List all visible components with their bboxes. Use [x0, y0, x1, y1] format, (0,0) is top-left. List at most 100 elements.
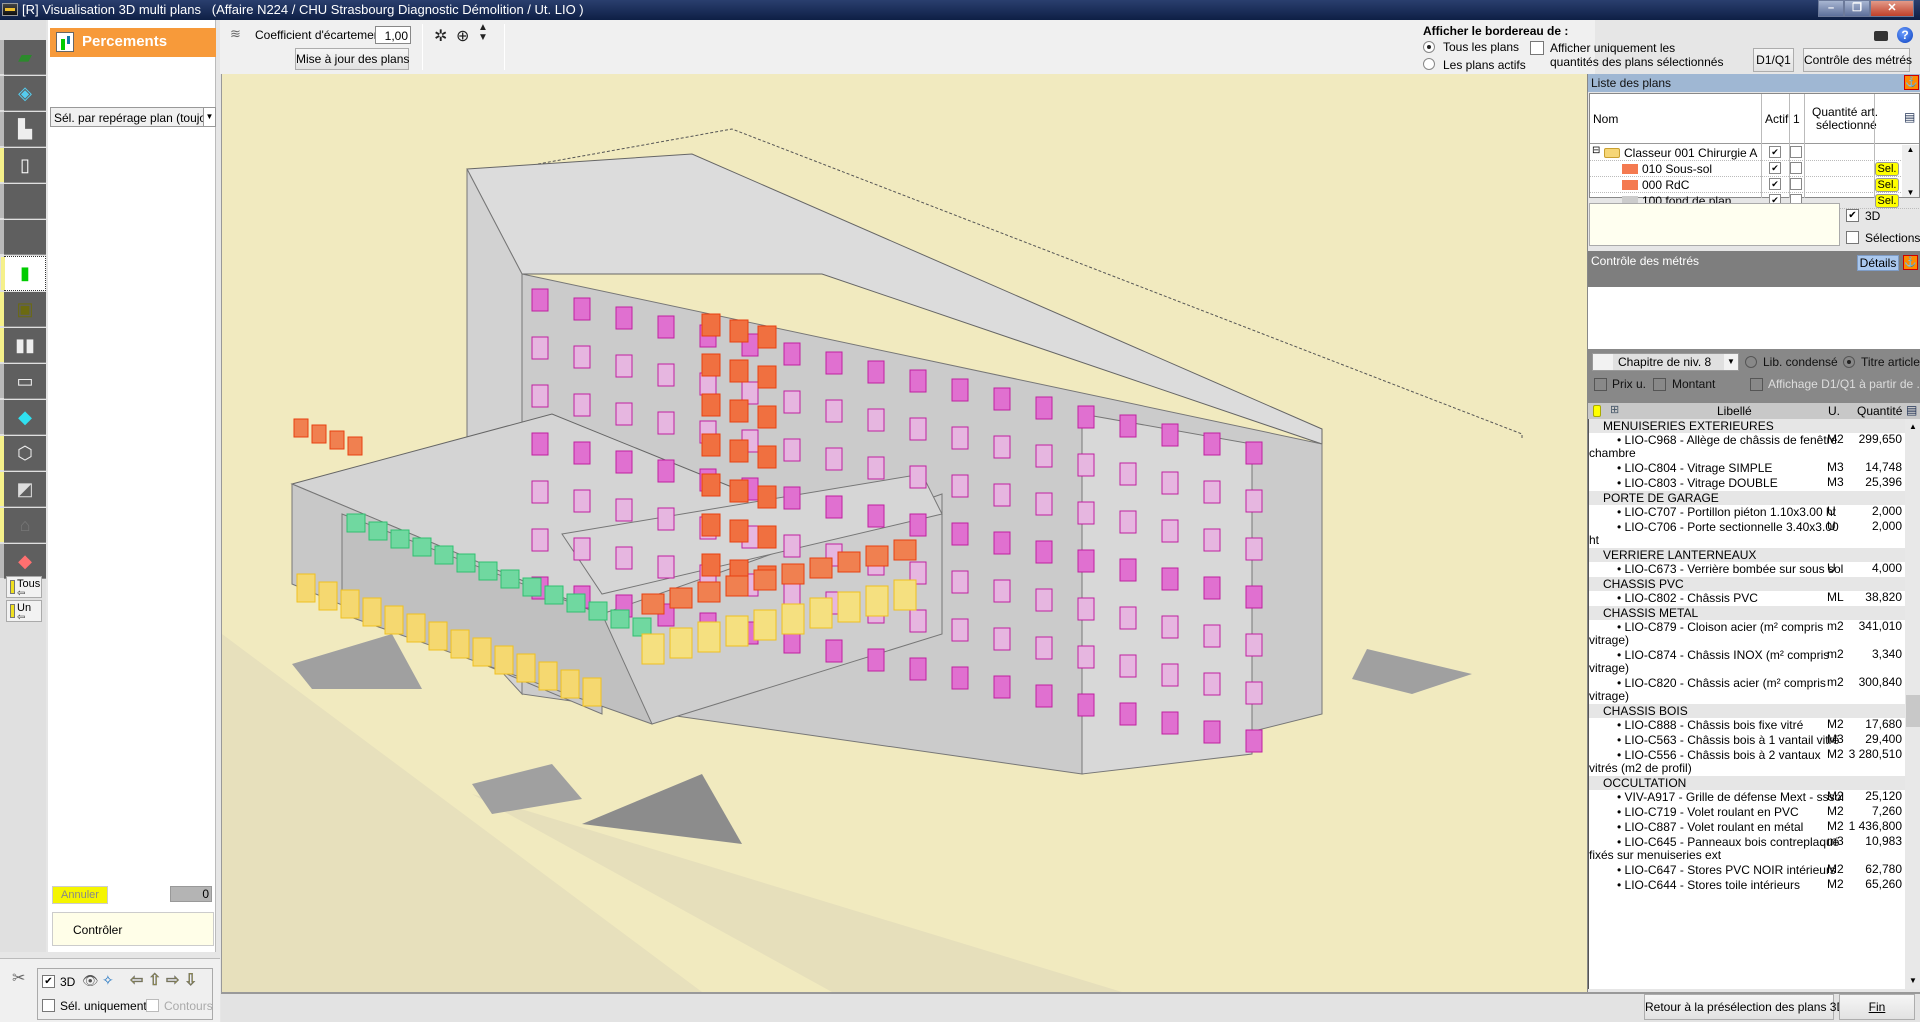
article-row[interactable]: • LIO-C879 - Cloison acier (m² compris vi…	[1589, 620, 1905, 648]
coef-input[interactable]: 1,00	[375, 26, 411, 44]
sel-button[interactable]: Sel.	[1875, 194, 1899, 208]
actif-checkbox[interactable]: ✔	[1769, 162, 1781, 174]
montant-checkbox[interactable]	[1653, 378, 1666, 391]
arrow-right-icon[interactable]: ⇨	[166, 970, 180, 990]
selections-checkbox[interactable]	[1846, 231, 1859, 244]
article-row[interactable]: • LIO-C874 - Châssis INOX (m² compris vit…	[1589, 648, 1905, 676]
close-button[interactable]: ✕	[1870, 0, 1914, 17]
retour-preselection-button[interactable]: Retour à la présélection des plans 3D	[1644, 994, 1845, 1020]
explode-icon[interactable]: ✲	[434, 26, 447, 46]
article-row[interactable]: • LIO-C719 - Volet roulant en PVC M2 7,26…	[1589, 805, 1905, 820]
category-row[interactable]: CHASSIS METAL	[1589, 606, 1905, 620]
category-row[interactable]: MENUISERIES EXTERIEURES	[1589, 419, 1905, 433]
radio-plans-actifs[interactable]	[1423, 58, 1435, 70]
col-nom[interactable]: Nom	[1593, 112, 1618, 126]
metres-scrollbar[interactable]: ▲ ▼	[1905, 419, 1920, 989]
sel-uniquement-checkbox[interactable]	[42, 999, 55, 1012]
d1q1-button[interactable]: D1/Q1	[1753, 48, 1794, 72]
show-3d-checkbox[interactable]: ✔	[42, 975, 55, 988]
columns-tool[interactable]: ▮▮	[0, 328, 46, 363]
objects-tool[interactable]: ⬡	[0, 436, 46, 471]
afficher-uniquement-checkbox[interactable]	[1530, 41, 1544, 55]
arrow-up-icon[interactable]: ⇧	[148, 970, 162, 990]
col-quantite[interactable]: Quantité art.	[1812, 105, 1878, 119]
col-actif[interactable]: Actif	[1765, 112, 1788, 126]
select-all-button[interactable]: Tous ⇦	[6, 576, 42, 599]
article-row[interactable]: • LIO-C803 - Vitrage DOUBLE M3 25,396	[1589, 476, 1905, 491]
radio-tous-les-plans[interactable]	[1423, 41, 1435, 53]
scroll-up-icon[interactable]: ▲	[1902, 145, 1919, 154]
plan-row[interactable]: 010 Sous-sol ✔ Sel.	[1590, 161, 1919, 177]
surfaces-tool[interactable]: ▰	[0, 40, 46, 75]
category-row[interactable]: CHASSIS BOIS	[1589, 704, 1905, 718]
article-row[interactable]: • LIO-C707 - Portillon piéton 1.10x3.00 …	[1589, 505, 1905, 520]
col-libelle[interactable]: Libellé	[1717, 404, 1752, 418]
article-row[interactable]: • LIO-C968 - Allège de châssis de fenêtr…	[1589, 433, 1905, 461]
scroll-up-icon[interactable]: ▲	[1905, 419, 1920, 435]
selection-mode-select[interactable]: Sél. par repérage plan (toujo... ▼	[50, 107, 216, 127]
article-row[interactable]: • LIO-C644 - Stores toile intérieurs M2 65…	[1589, 878, 1905, 893]
openings-tool[interactable]: ▮	[1, 256, 46, 291]
article-row[interactable]: • LIO-C820 - Châssis acier (m² compris vi…	[1589, 676, 1905, 704]
category-row[interactable]: PORTE DE GARAGE	[1589, 491, 1905, 505]
article-row[interactable]: • LIO-C802 - Châssis PVC ML 38,820	[1589, 591, 1905, 606]
scroll-down-icon[interactable]: ▼	[1902, 188, 1919, 197]
actif-checkbox[interactable]: ✔	[1769, 146, 1781, 158]
article-row[interactable]: • LIO-C563 - Châssis bois à 1 vantail vi…	[1589, 733, 1905, 748]
roof-tool[interactable]: ◆	[0, 544, 46, 579]
one-checkbox[interactable]	[1790, 162, 1802, 174]
column-chooser-icon[interactable]: ▤	[1904, 110, 1915, 124]
sel-button[interactable]: Sel.	[1875, 178, 1899, 192]
article-row[interactable]: • LIO-C673 - Verrière bombée sur sous so…	[1589, 562, 1905, 577]
scroll-down-icon[interactable]: ▼	[1905, 973, 1920, 989]
col-u[interactable]: U.	[1828, 404, 1840, 418]
3d-viewport[interactable]	[221, 74, 1587, 992]
chevron-down-icon[interactable]: ▼	[203, 108, 215, 126]
structure-tool[interactable]: ◩	[0, 472, 46, 507]
actif-checkbox[interactable]: ✔	[1769, 178, 1781, 190]
arrow-left-icon[interactable]: ⇦	[130, 970, 144, 990]
affichage-checkbox[interactable]	[1750, 378, 1763, 391]
building-3d-model[interactable]	[222, 74, 1587, 992]
walls-tool[interactable]: ▯	[0, 148, 46, 183]
select-one-button[interactable]: Un ⇦	[6, 600, 42, 623]
radio-lib-condense[interactable]	[1745, 356, 1757, 368]
anchor-icon[interactable]: ⚓	[1903, 255, 1918, 270]
up-down-arrows-icon[interactable]: ▲ ▼	[478, 23, 488, 43]
roof-outline-tool[interactable]: ⌂	[0, 508, 46, 543]
plans-tool[interactable]: ◈	[0, 76, 46, 111]
article-row[interactable]: • LIO-C645 - Panneaux bois contreplaqué f…	[1589, 835, 1905, 863]
fin-button[interactable]: Fin	[1839, 994, 1915, 1020]
radio-titre-article[interactable]	[1843, 356, 1855, 368]
tree-expand-icon[interactable]: ⊞	[1610, 403, 1619, 416]
zoom-plan-icon[interactable]: ⊕	[456, 26, 469, 46]
help-icon[interactable]: ?	[1897, 27, 1913, 43]
plan-row[interactable]: ⊟ Classeur 001 Chirurgie A ✔	[1590, 145, 1919, 161]
plans-3d-checkbox[interactable]: ✔	[1846, 209, 1859, 222]
chevron-down-icon[interactable]: ▼	[1724, 354, 1738, 370]
chapitre-select[interactable]: Chapitre de niv. 8 ▼	[1592, 353, 1739, 371]
collapse-icon[interactable]: ⊟	[1592, 145, 1600, 156]
controle-metres-button[interactable]: Contrôle des métrés	[1803, 48, 1912, 72]
printer-icon[interactable]	[1874, 31, 1888, 41]
anchor-icon[interactable]: ⚓	[1904, 75, 1919, 90]
folder-icon[interactable]	[1593, 405, 1601, 417]
article-row[interactable]: • VIV-A917 - Grille de défense Mext - ss…	[1589, 790, 1905, 805]
scroll-thumb[interactable]	[1906, 695, 1920, 727]
slabs-tool[interactable]: ◆	[0, 400, 46, 435]
category-row[interactable]: VERRIERE LANTERNEAUX	[1589, 548, 1905, 562]
plan-row[interactable]: 000 RdC ✔ Sel.	[1590, 177, 1919, 193]
category-row[interactable]: OCCULTATION	[1589, 776, 1905, 790]
article-row[interactable]: • LIO-C556 - Châssis bois à 2 vantaux vit…	[1589, 748, 1905, 776]
update-plans-button[interactable]: Mise à jour des plans	[295, 48, 409, 70]
article-row[interactable]: • LIO-C887 - Volet roulant en métal M2 1 …	[1589, 820, 1905, 835]
article-row[interactable]: • LIO-C647 - Stores PVC NOIR intérieurs …	[1589, 863, 1905, 878]
orbit-icon[interactable]: ✧	[102, 972, 114, 989]
col-one[interactable]: 1	[1793, 112, 1800, 126]
tools-icon[interactable]: ✂	[12, 968, 25, 988]
col-quantite[interactable]: Quantité	[1857, 404, 1902, 418]
article-row[interactable]: • LIO-C706 - Porte sectionnelle 3.40x3.0…	[1589, 520, 1905, 548]
stairs-tool[interactable]: ▙	[0, 112, 46, 147]
prix-u-checkbox[interactable]	[1594, 378, 1607, 391]
category-row[interactable]: CHASSIS PVC	[1589, 577, 1905, 591]
